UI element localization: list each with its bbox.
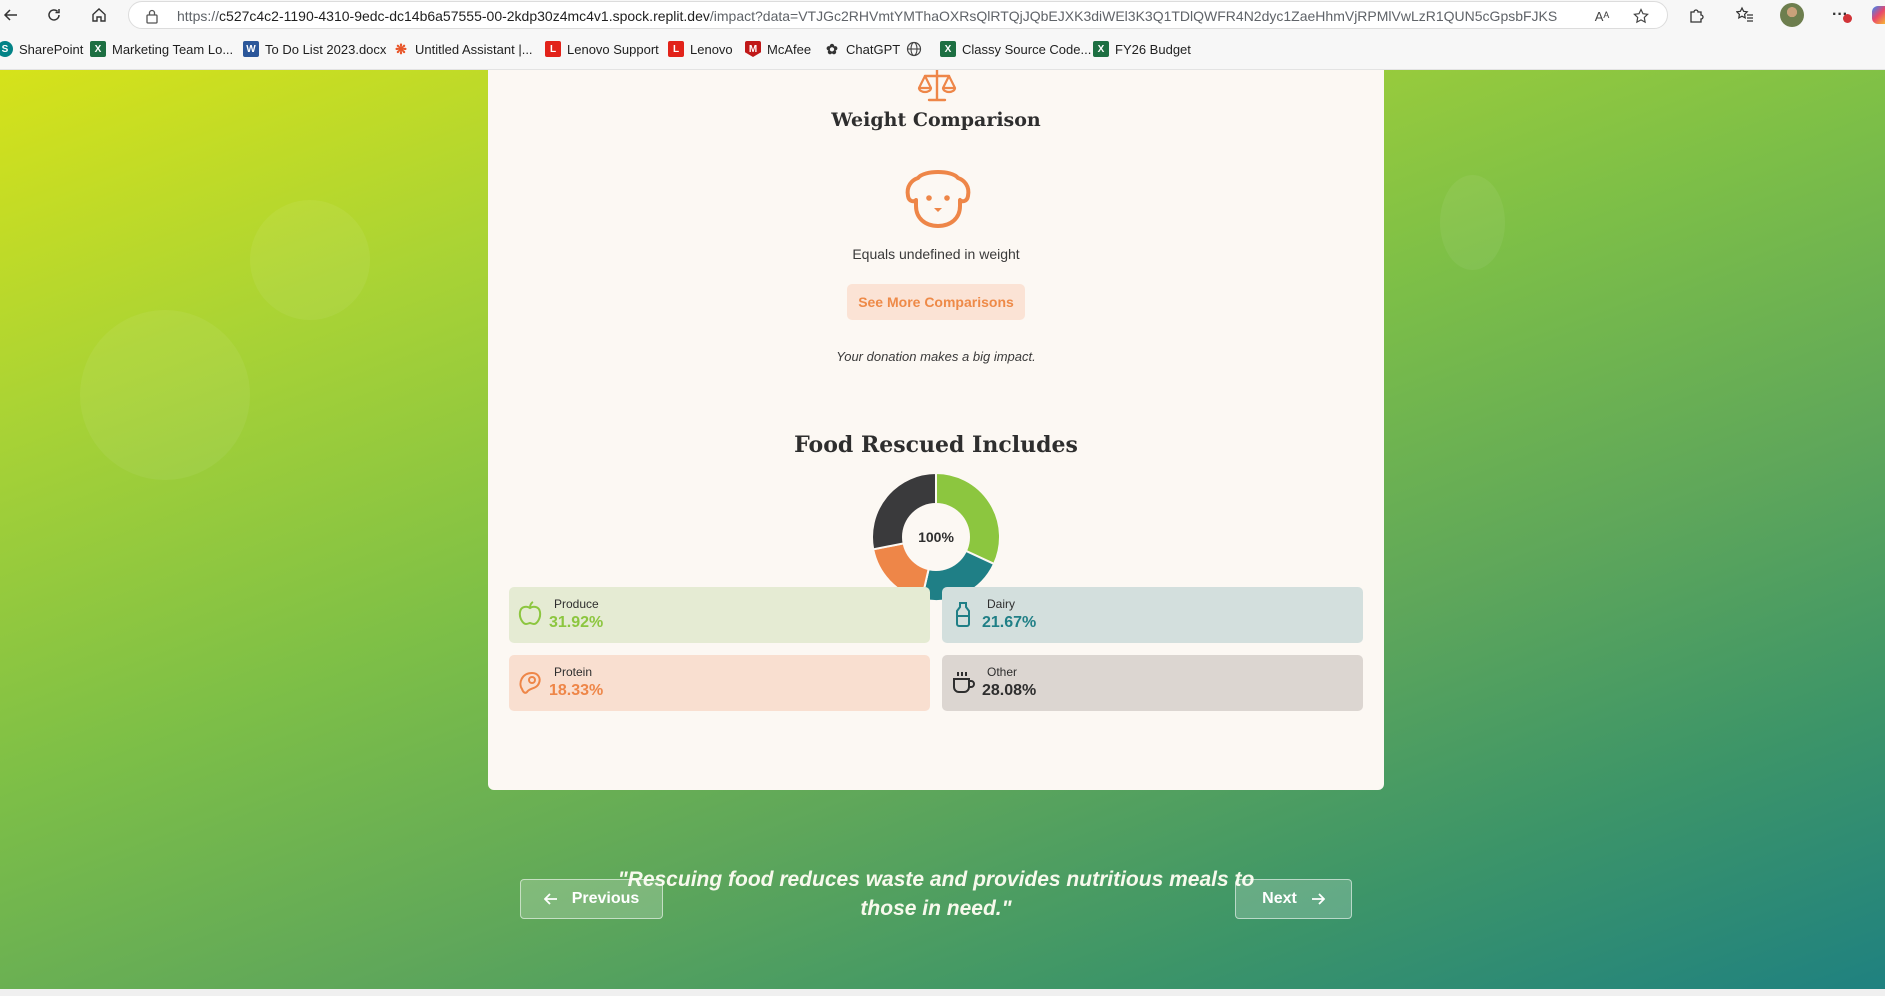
tile-value: 28.08% <box>982 682 1037 699</box>
bookmark-sharepoint[interactable]: S SharePoint <box>0 41 83 57</box>
bookmarks-bar: S SharePoint X Marketing Team Lo... W To… <box>0 30 1885 70</box>
dog-icon <box>905 170 971 228</box>
arrow-right-icon <box>1311 893 1325 905</box>
copilot-icon[interactable] <box>1872 6 1885 24</box>
cup-icon <box>953 672 975 693</box>
bookmark-label: McAfee <box>767 41 812 57</box>
background-decoration <box>80 310 250 480</box>
profile-avatar[interactable] <box>1780 3 1804 27</box>
donut-chart: 100% <box>871 472 1001 602</box>
bookmark-label: To Do List 2023.docx <box>265 41 387 57</box>
arrow-left-icon <box>543 893 557 905</box>
apple-icon <box>518 601 542 626</box>
food-rescued-card: Food Rescued Includes 100% Produce 31.92… <box>488 416 1384 790</box>
bookmark-label: Lenovo Support <box>567 41 659 57</box>
bookmark-todo-list[interactable]: W To Do List 2023.docx <box>243 41 386 57</box>
previous-label: Previous <box>571 890 640 907</box>
chatgpt-icon: ✿ <box>826 40 838 57</box>
sharepoint-icon: S <box>0 41 13 57</box>
excel-icon: X <box>90 41 106 57</box>
bookmark-untitled-assistant[interactable]: ❋ Untitled Assistant |... <box>393 40 533 57</box>
bookmark-label: Classy Source Code... <box>962 41 1092 57</box>
lenovo-icon: L <box>668 41 684 57</box>
bookmark-globe[interactable] <box>906 41 922 57</box>
refresh-icon[interactable] <box>41 2 67 28</box>
word-icon: W <box>243 41 259 57</box>
lock-icon[interactable] <box>145 8 159 24</box>
excel-icon: X <box>940 41 956 57</box>
bookmark-label: Marketing Team Lo... <box>112 41 234 57</box>
weight-equals-text: Equals undefined in weight <box>852 246 1020 262</box>
tile-label: Dairy <box>987 597 1016 611</box>
mcafee-icon: M <box>745 41 761 57</box>
notification-badge <box>1843 14 1852 23</box>
tile-label: Other <box>987 665 1018 679</box>
tile-value: 31.92% <box>549 614 604 631</box>
tile-other: Other 28.08% <box>942 655 1363 711</box>
tile-label: Protein <box>554 665 593 679</box>
impact-note: Your donation makes a big impact. <box>836 349 1036 364</box>
tile-dairy: Dairy 21.67% <box>942 587 1363 643</box>
bookmark-label: SharePoint <box>19 41 84 57</box>
browser-toolbar: https://c527c4c2-1190-4310-9edc-dc14b6a5… <box>0 0 1885 30</box>
url-text[interactable]: https://c527c4c2-1190-4310-9edc-dc14b6a5… <box>177 2 1557 30</box>
food-rescued-title: Food Rescued Includes <box>794 432 1078 458</box>
favorites-bar-icon[interactable] <box>1733 3 1757 27</box>
tile-protein: Protein 18.33% <box>509 655 930 711</box>
address-bar[interactable]: https://c527c4c2-1190-4310-9edc-dc14b6a5… <box>128 1 1668 29</box>
bookmark-chatgpt[interactable]: ✿ ChatGPT <box>824 41 900 57</box>
bookmark-label: Untitled Assistant |... <box>415 41 533 57</box>
bookmark-marketing-team[interactable]: X Marketing Team Lo... <box>90 41 233 57</box>
background-decoration <box>250 200 370 320</box>
read-aloud-icon[interactable]: Aᴬ <box>1593 7 1611 25</box>
globe-icon <box>906 41 922 57</box>
previous-button[interactable]: Previous <box>520 879 663 919</box>
tile-value: 18.33% <box>549 682 604 699</box>
see-more-comparisons-button[interactable]: See More Comparisons <box>847 284 1025 320</box>
extensions-icon[interactable] <box>1685 3 1709 27</box>
weight-comparison-title: Weight Comparison <box>831 109 1041 131</box>
favorite-star-icon[interactable] <box>1632 7 1650 25</box>
bookmark-label: ChatGPT <box>846 41 901 57</box>
scale-icon <box>917 70 957 102</box>
weight-comparison-card: Weight Comparison Equals undefined in we… <box>488 70 1384 460</box>
milk-bottle-icon <box>956 602 970 627</box>
assistant-icon: ❋ <box>395 40 407 57</box>
bookmark-lenovo-support[interactable]: L Lenovo Support <box>545 41 659 57</box>
tile-value: 21.67% <box>982 614 1037 631</box>
horizontal-scrollbar[interactable] <box>0 989 1885 996</box>
bookmark-mcafee[interactable]: M McAfee <box>745 41 811 57</box>
bookmark-label: Lenovo <box>690 41 733 57</box>
donut-center-label: 100% <box>918 529 954 545</box>
url-path: /impact?data=VTJGc2RHVmtYMThaOXRsQlRTQjJ… <box>709 8 1557 24</box>
url-prefix: https:// <box>177 8 220 24</box>
bookmark-fy26-budget[interactable]: X FY26 Budget <box>1093 41 1191 57</box>
meat-icon <box>519 671 541 694</box>
tile-label: Produce <box>554 597 599 611</box>
home-icon[interactable] <box>86 2 112 28</box>
bookmark-label: FY26 Budget <box>1115 41 1191 57</box>
bookmark-classy-source-code[interactable]: X Classy Source Code... <box>940 41 1091 57</box>
lenovo-icon: L <box>545 41 561 57</box>
quote-text: "Rescuing food reduces waste and provide… <box>617 868 1255 920</box>
next-label: Next <box>1262 890 1297 907</box>
page-viewport[interactable]: Weight Comparison Equals undefined in we… <box>0 70 1885 989</box>
back-arrow-icon[interactable] <box>0 2 24 28</box>
bookmark-lenovo[interactable]: L Lenovo <box>668 41 733 57</box>
excel-icon: X <box>1093 41 1109 57</box>
background-decoration <box>1440 175 1505 270</box>
next-button[interactable]: Next <box>1235 879 1352 919</box>
url-host: c527c4c2-1190-4310-9edc-dc14b6a57555-00-… <box>219 8 710 24</box>
tile-produce: Produce 31.92% <box>509 587 930 643</box>
